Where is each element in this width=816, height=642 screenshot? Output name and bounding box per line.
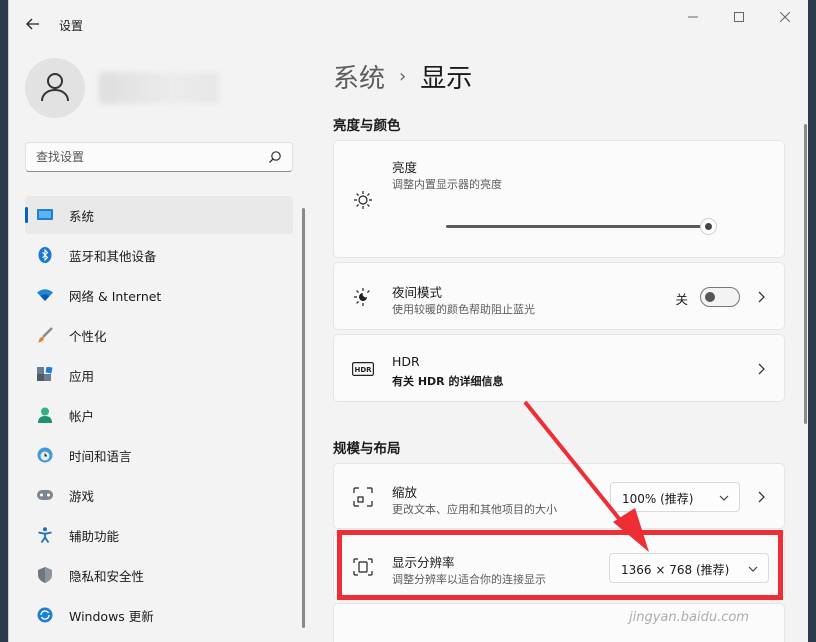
sidebar-item-gaming[interactable]: 游戏 xyxy=(25,476,293,514)
sidebar-item-system[interactable]: 系统 xyxy=(25,196,293,234)
brightness-subtitle: 调整内置显示器的亮度 xyxy=(392,178,502,191)
sidebar-item-label: 帐户 xyxy=(69,408,95,424)
clock-globe-icon xyxy=(37,447,53,463)
sidebar-item-label: 隐私和安全性 xyxy=(69,568,145,584)
chevron-down-icon xyxy=(748,562,758,575)
sun-icon xyxy=(352,189,374,211)
blurred-user-name xyxy=(99,72,219,104)
settings-window: 设置 系统 xyxy=(8,0,808,642)
hdr-info-link[interactable]: 有关 HDR 的详细信息 xyxy=(392,373,503,389)
chevron-right-icon[interactable] xyxy=(756,291,768,303)
minimize-icon[interactable] xyxy=(673,8,713,26)
brightness-title: 亮度 xyxy=(392,160,418,175)
accessibility-icon xyxy=(37,527,53,543)
sidebar-item-label: Windows 更新 xyxy=(69,608,154,624)
gamepad-icon xyxy=(37,487,53,503)
shield-icon xyxy=(37,567,53,583)
sidebar-item-label: 蓝牙和其他设备 xyxy=(69,248,157,264)
hdr-icon: HDR xyxy=(352,358,374,380)
wifi-icon xyxy=(37,287,53,303)
person-icon xyxy=(37,407,53,423)
title-bar: 设置 xyxy=(9,0,808,48)
night-light-card[interactable]: 夜间模式 使用较暖的颜色帮助阻止蓝光 关 xyxy=(333,262,785,330)
section-title-layout: 规模与布局 xyxy=(333,441,401,457)
night-light-subtitle: 使用较暖的颜色帮助阻止蓝光 xyxy=(392,303,535,316)
close-icon[interactable] xyxy=(765,8,805,26)
breadcrumb-separator: › xyxy=(399,65,407,87)
sidebar-item-label: 辅助功能 xyxy=(69,528,120,544)
resolution-title: 显示分辨率 xyxy=(392,555,455,570)
night-light-toggle[interactable] xyxy=(700,287,740,307)
scale-dropdown-value: 100% (推荐) xyxy=(622,492,694,506)
avatar xyxy=(25,58,85,118)
sidebar-item-label: 个性化 xyxy=(69,328,107,344)
sidebar-item-personalization[interactable]: 个性化 xyxy=(25,316,293,354)
chevron-right-icon[interactable] xyxy=(756,363,768,375)
sidebar-item-network[interactable]: 网络 & Internet xyxy=(25,276,293,314)
hdr-card[interactable]: HDR HDR 有关 HDR 的详细信息 xyxy=(333,334,785,402)
search-icon[interactable] xyxy=(268,150,282,164)
section-title-brightness: 亮度与颜色 xyxy=(333,118,401,134)
resolution-icon xyxy=(352,556,374,578)
sidebar-item-label: 应用 xyxy=(69,368,95,384)
watermark: jingyan.baidu.com xyxy=(629,610,749,625)
person-icon xyxy=(41,73,69,102)
scale-dropdown[interactable]: 100% (推荐) xyxy=(610,482,740,512)
user-profile[interactable] xyxy=(25,58,295,122)
bluetooth-icon xyxy=(37,247,53,263)
page-title: 显示 xyxy=(420,63,473,94)
maximize-icon[interactable] xyxy=(719,8,759,26)
sidebar-item-windows-update[interactable]: Windows 更新 xyxy=(25,596,293,634)
night-light-state: 关 xyxy=(675,292,688,307)
sidebar-item-label: 网络 & Internet xyxy=(69,288,162,304)
sidebar-item-accessibility[interactable]: 辅助功能 xyxy=(25,516,293,554)
main-scrollbar[interactable] xyxy=(804,124,807,424)
resolution-dropdown-value: 1366 × 768 (推荐) xyxy=(621,563,730,577)
sidebar-item-label: 时间和语言 xyxy=(69,448,132,464)
scale-title: 缩放 xyxy=(392,485,418,500)
scale-card[interactable]: 缩放 更改文本、应用和其他项目的大小 100% (推荐) xyxy=(333,463,785,529)
breadcrumb: 系统 › 显示 xyxy=(333,58,472,94)
apps-icon xyxy=(37,367,53,383)
sidebar-item-time-language[interactable]: 时间和语言 xyxy=(25,436,293,474)
chevron-down-icon xyxy=(719,491,729,504)
scale-icon xyxy=(352,486,374,508)
hdr-title: HDR xyxy=(392,354,420,369)
resolution-card[interactable]: 显示分辨率 调整分辨率以适合你的连接显示 1366 × 768 (推荐) xyxy=(333,533,785,599)
monitor-icon xyxy=(37,207,53,223)
update-icon xyxy=(37,607,53,623)
sidebar-item-bluetooth[interactable]: 蓝牙和其他设备 xyxy=(25,236,293,274)
brush-icon xyxy=(37,327,53,343)
brightness-card: 亮度 调整内置显示器的亮度 xyxy=(333,140,785,258)
resolution-dropdown[interactable]: 1366 × 768 (推荐) xyxy=(609,553,769,583)
brightness-slider-track[interactable] xyxy=(446,225,708,228)
svg-text:HDR: HDR xyxy=(354,366,372,374)
search-input[interactable] xyxy=(36,148,256,166)
chevron-right-icon[interactable] xyxy=(756,491,768,503)
resolution-subtitle: 调整分辨率以适合你的连接显示 xyxy=(392,573,546,586)
night-light-title: 夜间模式 xyxy=(392,285,443,300)
breadcrumb-parent[interactable]: 系统 xyxy=(333,58,385,95)
night-light-icon xyxy=(352,286,374,308)
sidebar-nav: 系统 蓝牙和其他设备 网络 & Internet 个性化 应用 帐户 时间和语言… xyxy=(25,196,293,636)
sidebar-scrollbar[interactable] xyxy=(302,208,305,628)
brightness-slider-thumb[interactable] xyxy=(700,218,717,235)
scale-subtitle: 更改文本、应用和其他项目的大小 xyxy=(392,503,557,516)
back-arrow-icon[interactable] xyxy=(21,12,45,36)
sidebar-item-privacy[interactable]: 隐私和安全性 xyxy=(25,556,293,594)
search-box[interactable] xyxy=(25,142,293,172)
sidebar-item-label: 系统 xyxy=(69,208,95,224)
sidebar-item-label: 游戏 xyxy=(69,488,95,504)
sidebar-item-accounts[interactable]: 帐户 xyxy=(25,396,293,434)
sidebar-item-apps[interactable]: 应用 xyxy=(25,356,293,394)
app-title: 设置 xyxy=(59,19,84,33)
